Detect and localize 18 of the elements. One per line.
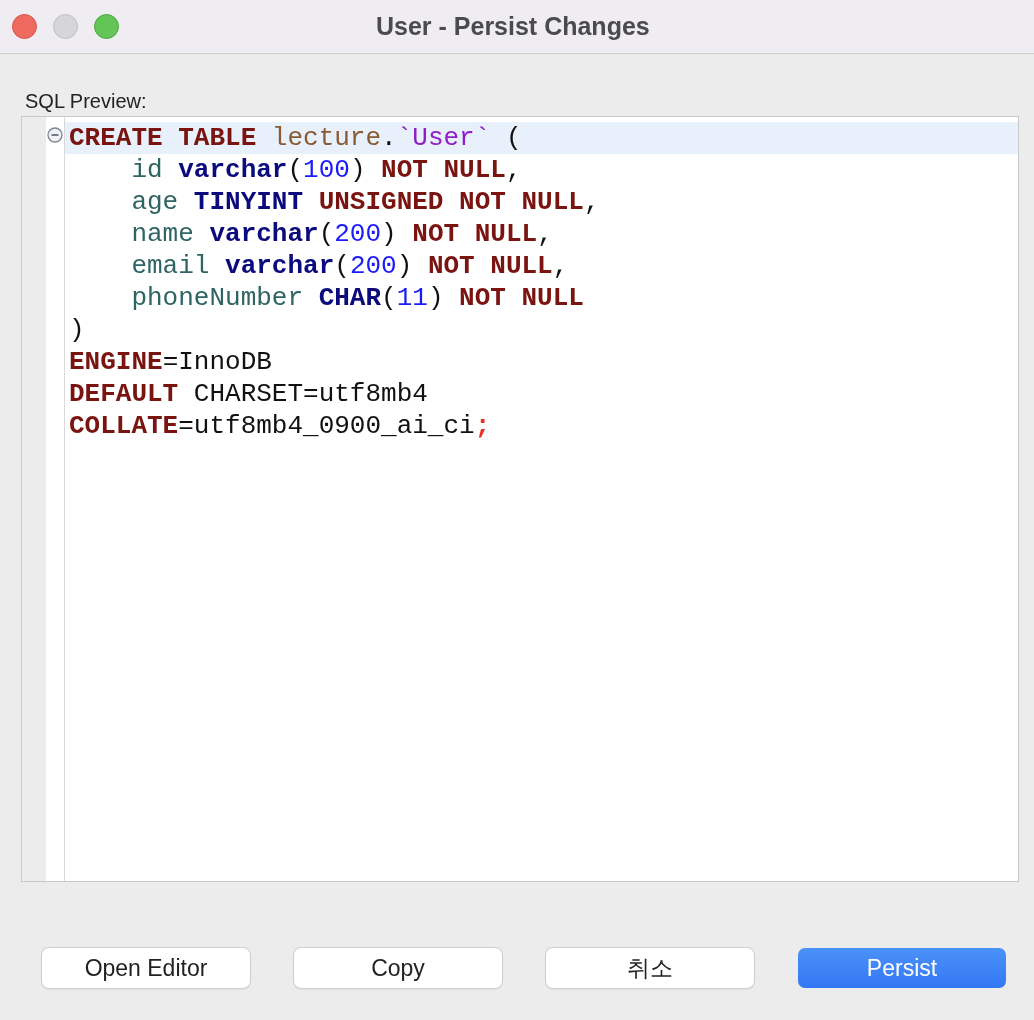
dialog-button[interactable]: Copy bbox=[294, 948, 502, 988]
code-line: name varchar(200) NOT NULL, bbox=[130, 218, 554, 250]
code-line: DEFAULT CHARSET=utf8mb4 bbox=[68, 378, 429, 410]
dialog-button[interactable]: Open Editor bbox=[42, 948, 250, 988]
code-line: phoneNumber CHAR(11) NOT NULL bbox=[130, 282, 585, 314]
code-line: COLLATE=utf8mb4_0900_ai_ci; bbox=[68, 410, 492, 442]
code-line: ENGINE=InnoDB bbox=[68, 346, 273, 378]
code-line: age TINYINT UNSIGNED NOT NULL, bbox=[130, 186, 601, 218]
code-line: email varchar(200) NOT NULL, bbox=[130, 250, 570, 282]
zoom-button[interactable] bbox=[94, 14, 119, 39]
code-line: id varchar(100) NOT NULL, bbox=[130, 154, 523, 186]
window-title: User - Persist Changes bbox=[376, 10, 650, 42]
collapse-icon[interactable] bbox=[47, 127, 63, 143]
primary-button[interactable]: Persist bbox=[798, 948, 1006, 988]
sql-preview-label: SQL Preview: bbox=[25, 90, 147, 112]
close-button[interactable] bbox=[12, 14, 37, 39]
dialog-button[interactable]: 취소 bbox=[546, 948, 754, 988]
code-line: ) bbox=[68, 314, 86, 346]
